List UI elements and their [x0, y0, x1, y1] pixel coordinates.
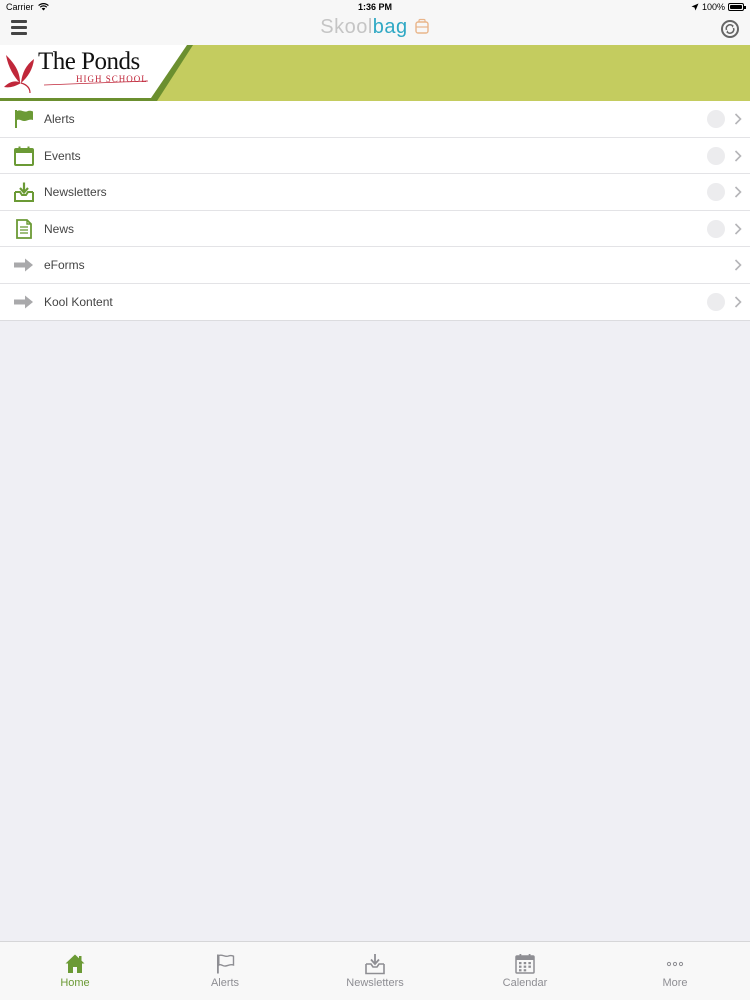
flag-icon [15, 110, 33, 128]
tab-newsletters[interactable]: Newsletters [300, 942, 450, 1000]
menu-item-label: Newsletters [44, 185, 107, 200]
location-arrow-icon [691, 3, 699, 11]
menu-item-label: Alerts [44, 112, 75, 126]
calendar-icon [14, 146, 34, 166]
flag-icon [217, 954, 235, 974]
chevron-right-icon [734, 113, 742, 125]
menu-item-label: Events [44, 148, 81, 163]
status-right: 100% [691, 2, 746, 12]
unread-badge [707, 292, 725, 311]
status-time: 1:36 PM [357, 2, 392, 12]
more-dots-icon [666, 961, 684, 967]
tab-bar: Home Alerts Newsletters Calendar More [0, 941, 750, 1000]
menu-item-newsletters[interactable]: Newsletters [0, 174, 750, 211]
chevron-right-icon [734, 223, 742, 235]
menu-item-news[interactable]: News [0, 210, 750, 248]
unread-badge [707, 110, 725, 128]
tab-home[interactable]: Home [0, 942, 150, 1000]
menu-item-events[interactable]: Events [0, 137, 750, 175]
menu-item-kool-kontent[interactable]: Kool Kontent [0, 283, 750, 321]
chevron-right-icon [734, 296, 742, 308]
tab-more[interactable]: More [600, 942, 750, 1000]
inbox-download-icon [14, 182, 34, 203]
tab-label: More [662, 977, 688, 989]
arrow-right-icon [14, 295, 33, 309]
app-title-part1: Skool [320, 16, 373, 38]
tab-label: Home [60, 977, 90, 989]
skoolbag-logo-icon [415, 18, 429, 34]
chevron-right-icon [734, 150, 742, 162]
arrow-right-icon [14, 258, 33, 272]
inbox-download-icon [365, 954, 385, 975]
school-name: The Ponds [38, 48, 140, 75]
menu-item-label: News [44, 221, 75, 236]
home-icon [65, 954, 85, 973]
tab-label: Newsletters [346, 977, 404, 989]
document-icon [16, 218, 32, 239]
battery-icon [728, 3, 746, 11]
chevron-right-icon [734, 186, 742, 198]
battery-percent: 100% [701, 2, 725, 12]
battery-fill [730, 5, 742, 9]
app-title: Skoolbag [0, 16, 750, 39]
chevron-right-icon [734, 259, 742, 271]
menu-item-label: Kool Kontent [44, 294, 113, 309]
school-banner: The Ponds HIGH SCHOOL [0, 45, 750, 101]
tab-alerts[interactable]: Alerts [150, 942, 300, 1000]
app-title-part2: bag [372, 16, 408, 38]
tab-calendar[interactable]: Calendar [450, 942, 600, 1000]
tab-label: Calendar [502, 977, 548, 989]
calendar-icon [515, 954, 535, 974]
menu-list: Alerts Events Newsletters News eForms Ko… [0, 101, 750, 321]
menu-item-eforms[interactable]: eForms [0, 247, 750, 284]
sync-icon[interactable] [720, 19, 740, 39]
menu-item-alerts[interactable]: Alerts [0, 101, 750, 138]
nav-bar: Skoolbag [0, 14, 750, 45]
status-bar: Carrier 1:36 PM 100% [0, 0, 750, 14]
unread-badge [707, 146, 725, 165]
unread-badge [707, 183, 725, 202]
school-subtitle: HIGH SCHOOL [76, 74, 148, 84]
unread-badge [707, 219, 725, 238]
tab-label: Alerts [210, 977, 240, 989]
menu-item-label: eForms [44, 258, 85, 273]
